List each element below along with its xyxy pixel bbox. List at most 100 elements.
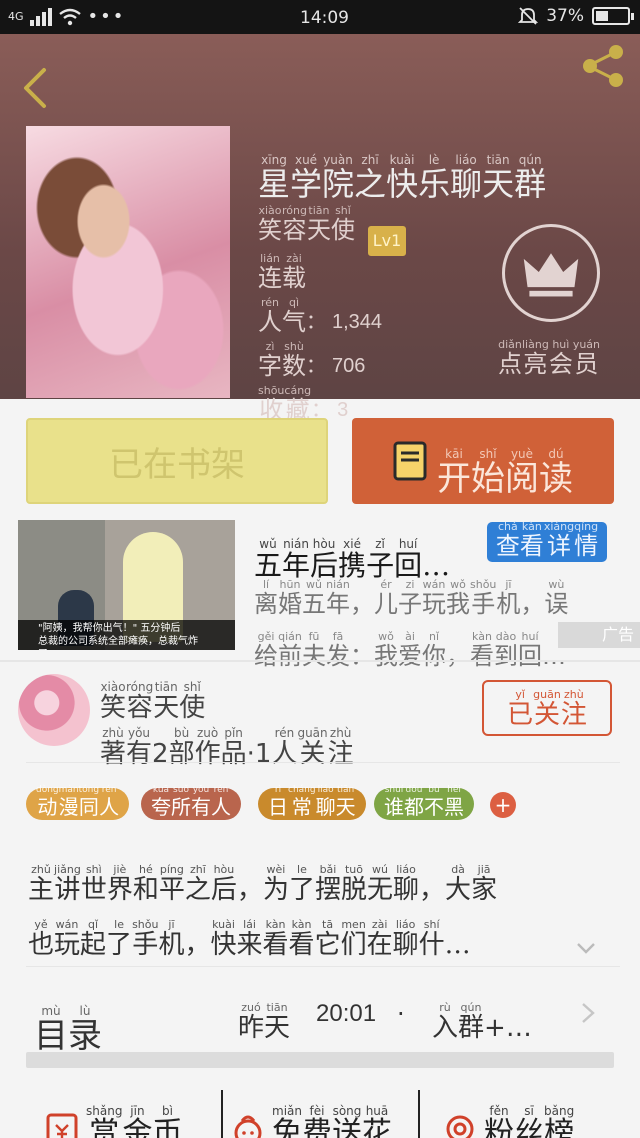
ruby-char: tiān 天 <box>264 1001 291 1043</box>
ruby-char: rén 人 <box>99 785 120 819</box>
ruby-char: zhī 之 <box>184 863 211 905</box>
ruby-char: shǐ 始 <box>471 446 505 499</box>
author-card-stats: zhù 著 yǒu 有 2 bù 部 zuò 作 pǐn 品 · 1 rén 人 guān 关 zhù 注 <box>100 714 354 767</box>
ruby-char: jiā 家 <box>471 863 498 905</box>
ruby-char: liáo 聊 <box>393 863 420 905</box>
ruby-char: zhǔ 主 <box>28 863 55 905</box>
ruby-char: wù 误 <box>544 578 569 618</box>
battery-percent: 37% <box>546 6 584 26</box>
ruby-char: hūn 婚 <box>278 578 302 618</box>
ruby-char: qún 群 <box>514 153 547 203</box>
tag-chip[interactable]: shuí 谁 dōu 都 bù 不 hēi 黑 <box>374 785 474 820</box>
reward-coins-label: shǎng 赏 jīn 金 bì 币 <box>86 1088 182 1138</box>
ruby-char: liáo 聊 <box>450 153 483 203</box>
status-right: 37% <box>518 6 634 26</box>
reward-coins-tab[interactable]: shǎng 赏 jīn 金 bì 币 <box>46 1088 182 1138</box>
ruby-char: gěi 给 <box>254 630 278 670</box>
book-header: xīng 星 xué 学 yuàn 院 zhī 之 kuài 快 lè 乐 liáo 聊 tiān 天 qún 群… <box>0 34 640 422</box>
ruby-char: tuō 脱 <box>340 863 367 905</box>
ruby-char: wán 玩 <box>422 578 446 618</box>
add-tag-button[interactable]: + <box>490 792 516 818</box>
free-flowers-label: miǎn 免 fèi 费 sòng 送 huā 花 <box>272 1088 392 1138</box>
ad-description[interactable]: lí 离 hūn 婚 wǔ 五 nián 年 ， ér 儿 zi 子 wán 玩 wǒ 我 shǒu 手 jī 机 ，… <box>254 568 626 668</box>
ruby-char: ài 爱 <box>398 630 422 670</box>
ruby-char: zuò 作 <box>194 726 221 769</box>
ad-image[interactable]: "阿姨，我帮你出气！" 五分钟后 总裁的公司系统全部瘫痪，总裁气炸了… <box>18 520 235 650</box>
chevron-right-icon[interactable] <box>580 1002 596 1024</box>
share-icon[interactable] <box>580 42 628 90</box>
ruby-char: lè 乐 <box>418 153 451 203</box>
ruby-char: kuài 快 <box>210 918 237 960</box>
ruby-char: nǐ 你 <box>422 630 446 670</box>
ruby-char: 2 <box>152 739 169 769</box>
ad-caption-line-2: 总裁的公司系统全部瘫痪，总裁气炸了… <box>38 636 198 650</box>
ruby-char: zhù 著 <box>100 726 127 769</box>
divider <box>26 966 620 967</box>
ruby-char: wán 玩 <box>54 918 81 960</box>
crown-icon[interactable] <box>502 224 600 322</box>
ruby-char: … <box>505 1013 532 1043</box>
ruby-char: fā 发 <box>326 630 350 670</box>
ruby-char: jī 机 <box>158 918 185 960</box>
on-shelf-button[interactable]: 已在书架 <box>26 418 328 504</box>
status-time: 14:09 <box>300 8 349 28</box>
level-badge: Lv1 <box>368 226 406 256</box>
author-name[interactable]: xiào 笑 róng 容 tiān 天 shǐ 使 <box>258 192 355 242</box>
ruby-char: kuā 夸 <box>151 785 171 819</box>
ruby-char: zuó 昨 <box>238 1001 265 1043</box>
ruby-char: bǎng 榜 <box>544 1104 575 1138</box>
ruby-char: kàn 看 <box>519 520 544 560</box>
ruby-char: bù 部 <box>168 726 195 769</box>
ruby-char: kàn 看 <box>288 918 315 960</box>
start-reading-label: kāi 开 shǐ 始 yuè 阅 dú 读 <box>437 427 573 496</box>
wifi-icon <box>58 8 81 25</box>
ruby-char: … <box>444 930 471 960</box>
toc-latest-chapter[interactable]: rù 入 qún 群 + … <box>432 988 532 1041</box>
ruby-char: yǐ 已 <box>507 687 534 730</box>
ruby-char: hēi 黑 <box>444 785 464 819</box>
ruby-char: yě 也 <box>28 918 55 960</box>
ruby-char: ： <box>350 642 374 670</box>
ruby-char: lái 来 <box>236 918 263 960</box>
ruby-char: zhù 注 <box>327 726 354 769</box>
ruby-char: lí 离 <box>254 578 278 618</box>
ruby-char: suǒ 所 <box>171 785 191 819</box>
toc-label[interactable]: mù 目 lù 录 <box>34 984 102 1053</box>
ruby-char: qíng 情 <box>574 520 599 560</box>
ruby-char: ， <box>520 590 545 618</box>
free-flowers-tab[interactable]: miǎn 免 fèi 费 sòng 送 huā 花 <box>232 1088 392 1138</box>
view-details-button[interactable]: chá 查 kàn 看 xiáng 详 qíng 情 <box>487 520 607 562</box>
ruby-char: hòu 后 <box>210 863 237 905</box>
coin-envelope-icon <box>46 1113 78 1138</box>
ruby-char: shí 什 <box>418 918 445 960</box>
toc-separator: · <box>397 1000 405 1028</box>
ruby-char: rì 日 <box>268 785 288 819</box>
book-summary[interactable]: zhǔ 主 jiǎng 讲 shì 世 jiè 界 hé 和 píng 平 zhī 之 hòu 后 ， wèi 为… <box>28 852 618 958</box>
status-bar: 4G ••• 14:09 37% <box>0 0 640 34</box>
ruby-char: dà 大 <box>445 863 472 905</box>
tag-chip[interactable]: dòng 动 màn 漫 tóng 同 rén 人 <box>26 785 130 820</box>
ruby-char: cháng 常 <box>288 785 316 819</box>
ruby-char: liàng 亮 <box>522 338 549 378</box>
tab-separator <box>221 1090 223 1138</box>
ruby-char: píng 平 <box>158 863 185 905</box>
start-reading-button[interactable]: kāi 开 shǐ 始 yuè 阅 dú 读 <box>352 418 614 504</box>
tag-chip[interactable]: kuā 夸 suǒ 所 yǒu 有 rén 人 <box>141 785 241 820</box>
ruby-char: dú 读 <box>539 446 573 499</box>
signal-icon <box>29 7 52 26</box>
fan-ranking-tab[interactable]: fěn 粉 sī 丝 bǎng 榜 <box>444 1088 574 1138</box>
favorites-label: shōu 收 cáng 藏 <box>258 372 311 422</box>
book-cover-image[interactable] <box>26 126 230 398</box>
serial-status: lián 连 zài 载 <box>258 240 306 290</box>
tag-chip[interactable]: rì 日 cháng 常 liáo 聊 tiān 天 <box>258 785 366 820</box>
chevron-down-icon[interactable] <box>576 938 596 958</box>
vip-label[interactable]: diǎn 点 liàng 亮 huì 会 yuán 员 <box>498 326 600 376</box>
ruby-char: róng 容 <box>282 204 307 244</box>
ruby-char: rén 人 <box>271 726 298 769</box>
back-arrow-icon[interactable] <box>18 64 52 112</box>
fan-ranking-label: fěn 粉 sī 丝 bǎng 榜 <box>484 1088 574 1138</box>
ruby-char: bǎi 摆 <box>314 863 341 905</box>
followed-button[interactable]: yǐ 已 guān 关 zhù 注 <box>482 680 612 736</box>
avatar[interactable] <box>18 674 90 746</box>
ruby-char: ， <box>419 875 446 905</box>
